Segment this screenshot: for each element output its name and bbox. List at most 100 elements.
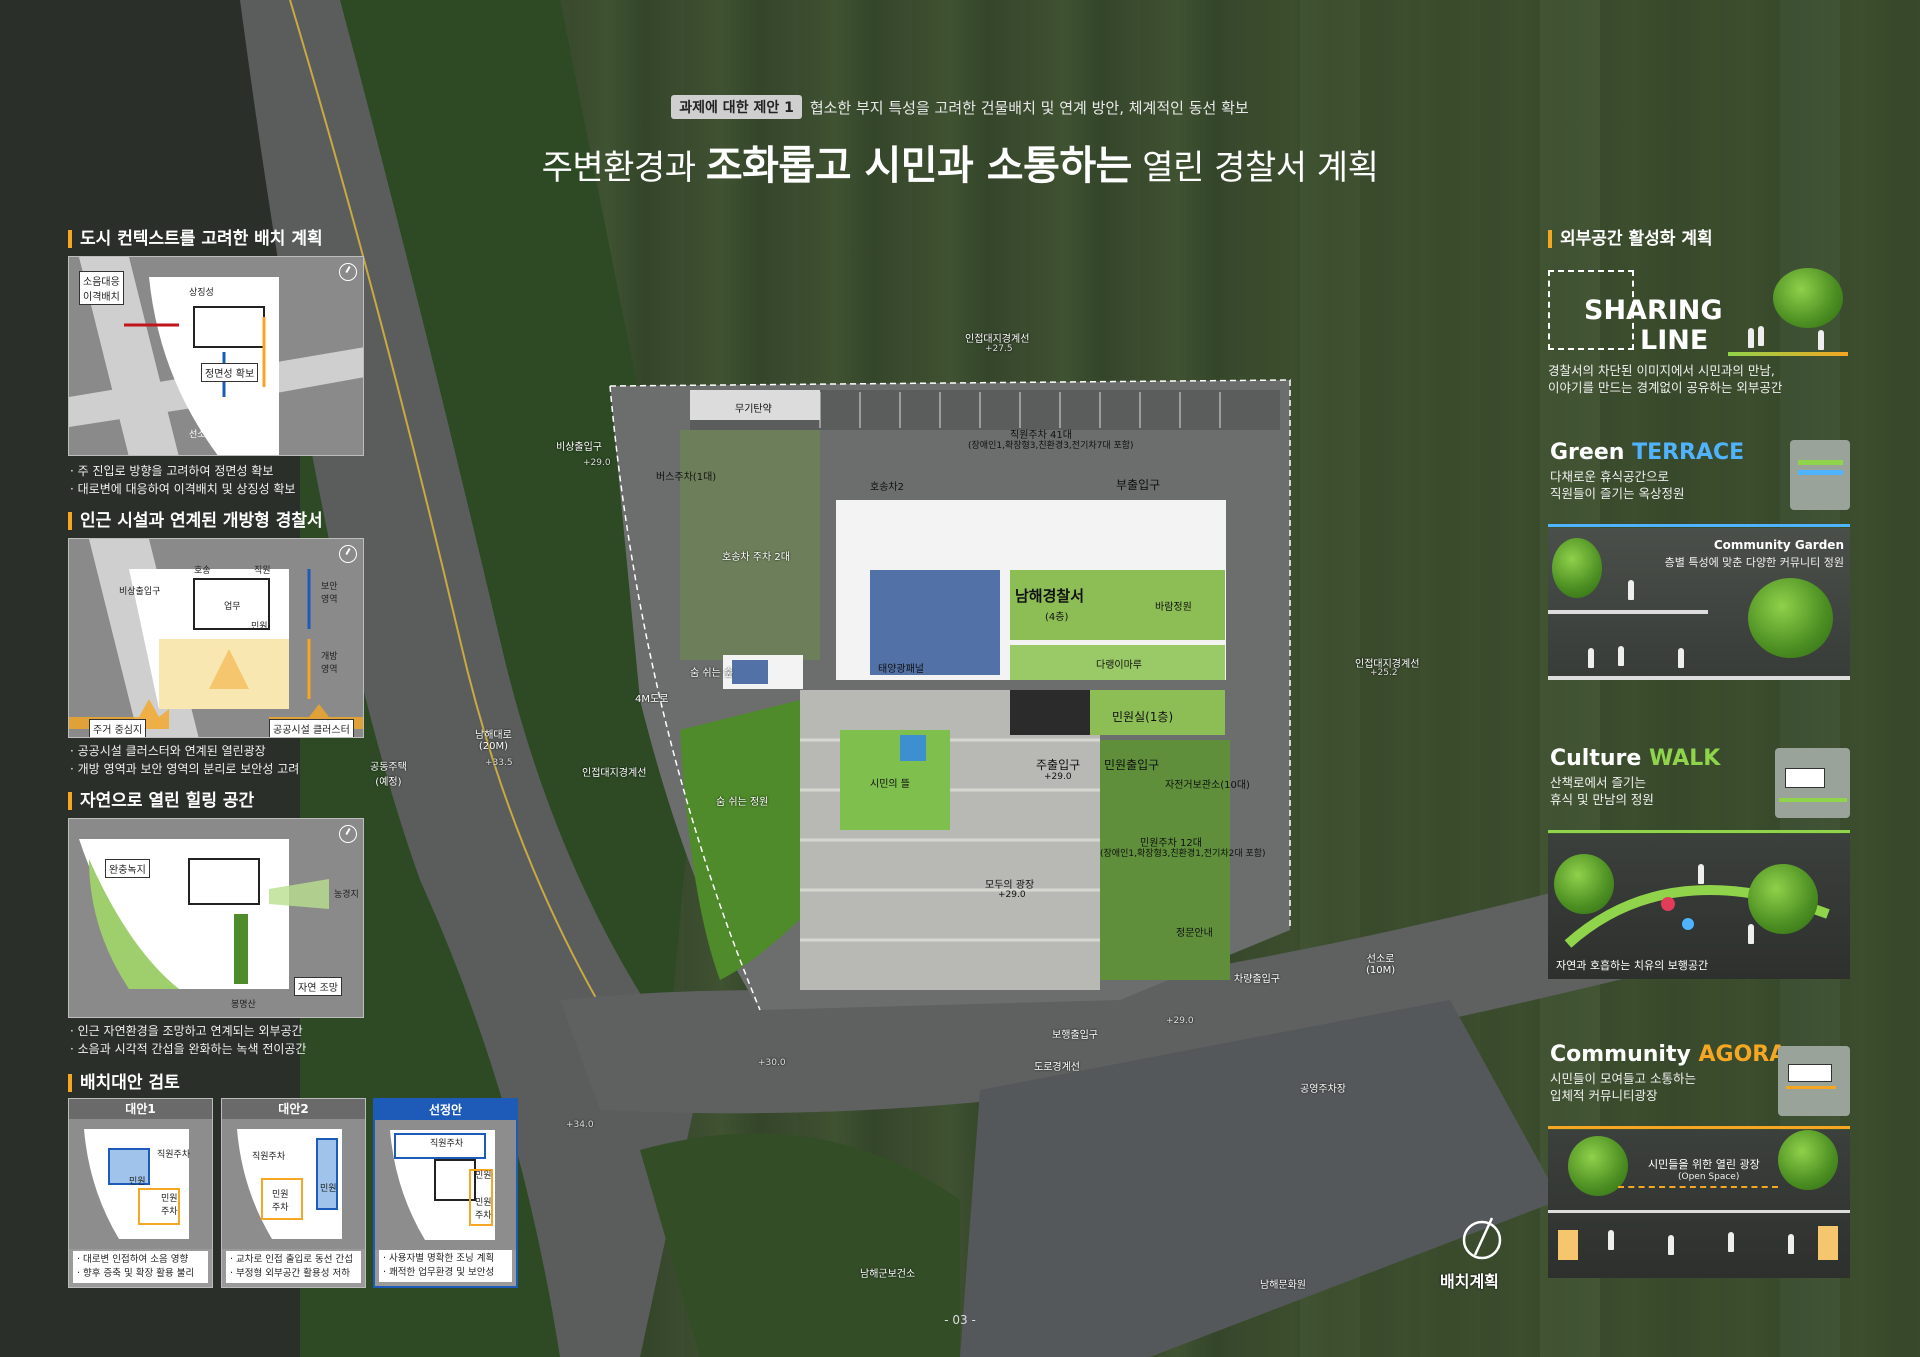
open-station-svg [69, 539, 363, 737]
tree-icon [1778, 1130, 1838, 1190]
alternative-1: 대안1 직원주차 민원 민원 주차 대로변 인접하여 소음 영향 향후 증축 및… [68, 1098, 213, 1288]
label-vehicle-entry: 차량출입구 [1234, 974, 1280, 985]
person-icon [1668, 1235, 1674, 1255]
agora-plaza-label: 시민들을 위한 열린 광장 [1648, 1158, 1760, 1171]
alt-note: 향후 증축 및 확장 활용 불리 [77, 1267, 204, 1281]
sharing-line2: LINE [1640, 325, 1709, 356]
person-icon [1698, 864, 1704, 884]
section-title-open-station: 인근 시설과 연계된 개방형 경찰서 [68, 512, 323, 530]
walk-divider [1548, 830, 1850, 833]
tree-icon [1773, 268, 1843, 328]
agora-desc: 시민들이 모여들고 소통하는 입체적 커뮤니티광장 [1550, 1071, 1696, 1103]
alt-tag: 직원주차 [252, 1152, 286, 1162]
label-elev-emergency: +29.0 [583, 458, 611, 468]
label-plaza: 시민의 뜰 [870, 779, 910, 790]
open-space-arrow [1618, 1186, 1778, 1188]
label-residential: 주거 중심지 [89, 719, 147, 737]
alt-header: 대안1 [69, 1099, 212, 1119]
compass-icon [339, 545, 357, 563]
healing-notes: 인근 자연환경을 조망하고 연계되는 외부공간 소음과 시각적 간섭을 완화하는… [70, 1022, 307, 1058]
label-elev-30: +30.0 [758, 1058, 786, 1068]
person-icon [1628, 580, 1634, 600]
person-icon [1788, 1234, 1794, 1254]
title-w2: AGORA [1698, 1042, 1787, 1067]
label-seonso-road: 선소로 (10M) [1366, 954, 1396, 976]
page-header: 과제에 대한 제안 1 협소한 부지 특성을 고려한 건물배치 및 연계 방안,… [0, 95, 1920, 191]
person-icon [1818, 330, 1824, 350]
note: 대로변에 대응하여 이격배치 및 상징성 확보 [70, 480, 296, 498]
title-w1: Culture [1550, 746, 1649, 771]
sharing-line1: SHARING [1584, 295, 1723, 326]
alt-tag: 민원 [475, 1171, 492, 1181]
green-terrace-title: Green TERRACE [1550, 440, 1744, 465]
tree-icon [1554, 854, 1614, 914]
culture-walk-graphic: 자연과 호흡하는 치유의 보행공간 [1548, 834, 1850, 979]
alt-note: 교차로 인접 출입로 동선 간섭 [230, 1253, 357, 1267]
label-escort: 호송 [194, 566, 211, 576]
label-road: 선소로(10M) [189, 430, 241, 440]
label-staff-parking-note: (장애인1,확장형3,친환경3,전기차7대 포함) [968, 441, 1134, 451]
alt-header: 대안2 [222, 1099, 365, 1119]
title-w2: TERRACE [1632, 440, 1745, 465]
label-symbol: 상징성 [189, 288, 214, 298]
label-emergency-entry: 비상출입구 [556, 442, 602, 453]
sharing-baseline [1728, 352, 1848, 356]
label-elev-34: +34.0 [566, 1120, 594, 1130]
label-elev-road: +29.0 [1166, 1016, 1194, 1026]
person-icon [1618, 646, 1624, 666]
alt-notes: 교차로 인접 출입로 동선 간섭 부정형 외부공간 활용성 저하 [226, 1251, 361, 1283]
label-main-entry: 주출입구 [1036, 758, 1081, 772]
open-station-diagram: 비상출입구 호송 직원 업무 민원 보안 영역 개방 영역 주거 중심지 공공시… [68, 538, 364, 738]
label-road-boundary: 도로경계선 [1034, 1062, 1080, 1073]
alt-tag: 민원 주차 [272, 1190, 289, 1213]
label-main-road: 남해대로 (20M) [475, 730, 512, 752]
alt-diagram: 직원주차 민원 민원 주차 [375, 1120, 516, 1250]
label-security: 보안 영역 [321, 582, 338, 605]
label-forest2: 숨 쉬는 정원 [716, 797, 769, 808]
section-title-urban-context: 도시 컨텍스트를 고려한 배치 계획 [68, 230, 323, 248]
label-public: 공공시설 클러스터 [269, 719, 354, 737]
label-field: 농경지 [334, 890, 359, 900]
alt-notes: 사용자별 명확한 조닝 계획 쾌적한 업무환경 및 보안성 [379, 1250, 512, 1282]
tree-icon [1552, 538, 1602, 598]
label-4m-road: 4M도로 [635, 694, 669, 705]
healing-diagram: 완충녹지 자연 조망 봉명산 농경지 [68, 818, 364, 1018]
label-elev-main-entry: +29.0 [1044, 772, 1072, 782]
person-icon [1608, 1230, 1614, 1250]
agora-open-label: (Open Space) [1678, 1172, 1740, 1182]
proposal-subtitle-text: 협소한 부지 특성을 고려한 건물배치 및 연계 방안, 체계적인 동선 확보 [809, 98, 1249, 117]
label-staff: 직원 [254, 566, 271, 576]
alt-tag: 민원 [129, 1177, 146, 1187]
label-terrace: 다랭이마루 [1096, 660, 1142, 671]
label-culture-center: 남해문화원 [1260, 1280, 1306, 1291]
building-name: 남해경찰서 [1015, 587, 1085, 605]
compass-icon [339, 263, 357, 281]
note: 개방 영역과 보안 영역의 분리로 보안성 고려 [70, 760, 300, 778]
culture-walk-title: Culture WALK [1550, 746, 1720, 771]
community-garden-graphic: Community Garden 층별 특성에 맞춘 다양한 커뮤니티 정원 [1548, 528, 1850, 680]
label-public-parking: 공영주차장 [1300, 1084, 1346, 1095]
open-station-notes: 공공시설 클러스터와 연계된 열린광장 개방 영역과 보안 영역의 분리로 보안… [70, 742, 300, 778]
culture-walk-desc: 산책로에서 즐기는 휴식 및 만남의 정원 [1550, 775, 1654, 807]
alternative-2: 대안2 직원주차 민원 주차 민원 교차로 인접 출입로 동선 간섭 부정형 외… [221, 1098, 366, 1288]
label-elev-main: +33.5 [485, 758, 513, 768]
label-health-center: 남해군보건소 [860, 1269, 916, 1280]
title-w1: Community [1550, 1042, 1699, 1067]
title-pre: 주변환경과 [541, 148, 706, 188]
label-mountain: 봉명산 [231, 1000, 256, 1010]
label-hall: 모두의 광장 [985, 880, 1035, 891]
agora-title: Community AGORA [1550, 1042, 1786, 1067]
title-w1: Green [1550, 440, 1633, 465]
title-bold: 조화롭고 시민과 소통하는 [705, 143, 1133, 189]
person-icon [1728, 1232, 1734, 1252]
alt-notes: 대로변 인접하여 소음 영향 향후 증축 및 확장 활용 불리 [73, 1251, 208, 1283]
label-civil-parking-note: (장애인1,확장형3,친환경1,전기차2대 포함) [1100, 849, 1266, 859]
label-escort-vehicle: 호송차 주차 2대 [722, 552, 790, 563]
label-civil-entry: 민원출입구 [1104, 758, 1160, 772]
alt-note: 부정형 외부공간 활용성 저하 [230, 1267, 357, 1281]
label-boundary-left: 인접대지경계선 [582, 768, 647, 779]
note: 소음과 시각적 간섭을 완화하는 녹색 전이공간 [70, 1040, 307, 1058]
label-buffer: 완충녹지 [105, 859, 150, 878]
person-icon [1748, 924, 1754, 944]
alt-tag: 민원 [320, 1184, 337, 1194]
